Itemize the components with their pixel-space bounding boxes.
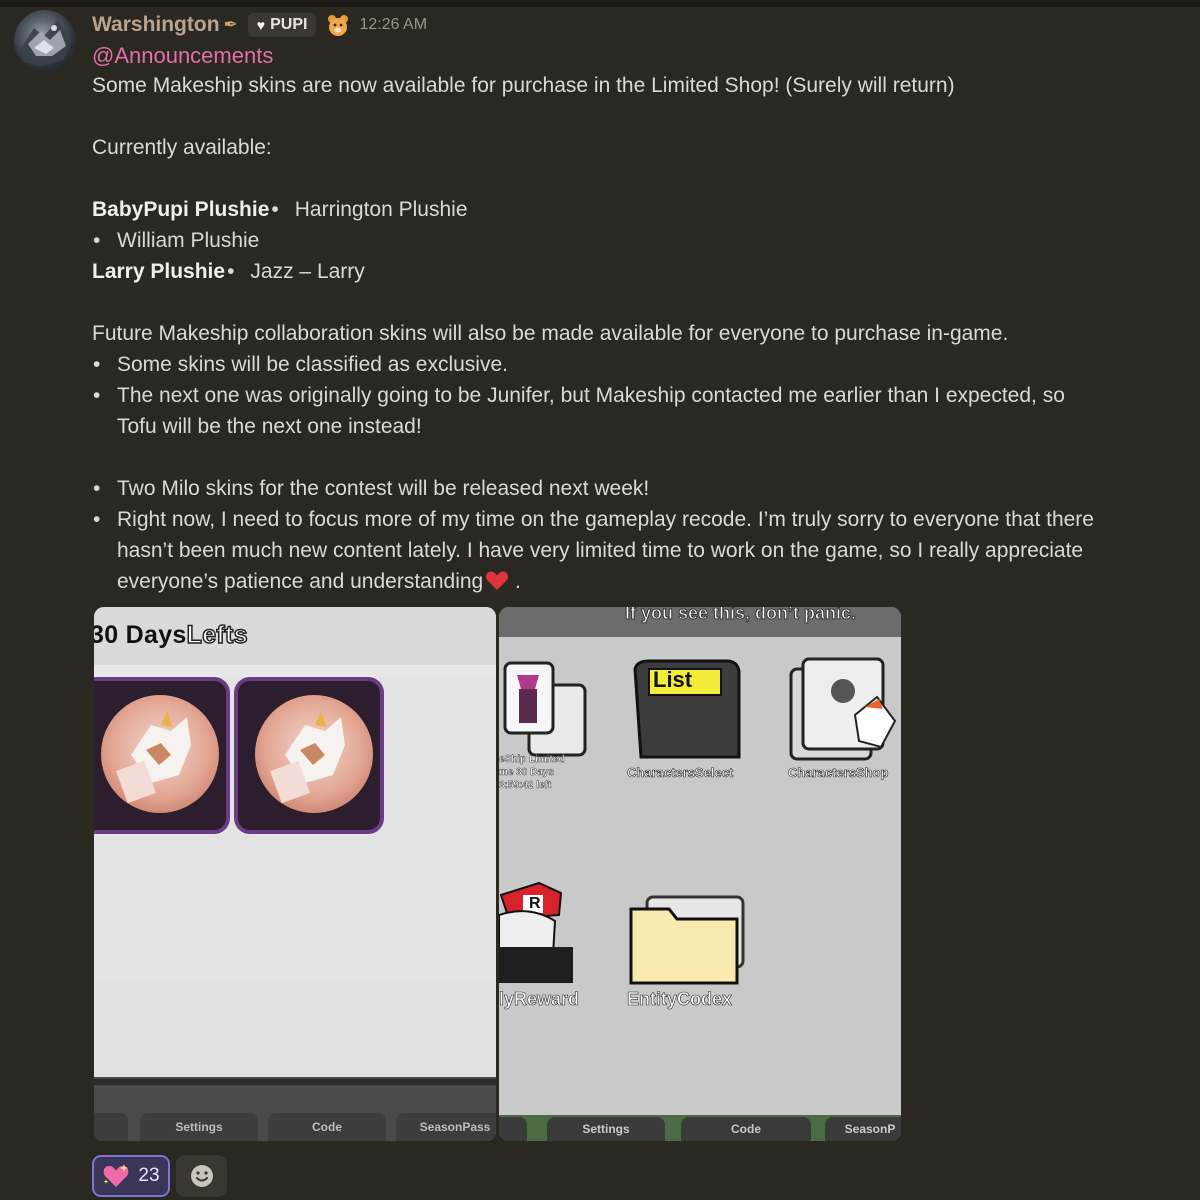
quill-icon: ✒ — [223, 15, 238, 34]
item-name: Harrington Plushie — [294, 198, 468, 221]
bullet-dot: • — [93, 477, 101, 500]
reaction-sparkling-heart[interactable]: 23 — [92, 1155, 170, 1197]
limited-line: me 30 Days — [499, 767, 555, 778]
bullet-text-continued: Tofu will be the next one instead! — [117, 415, 422, 438]
message-line: Some Makeship skins are now available fo… — [92, 74, 955, 97]
bullet-dot: • — [271, 198, 279, 221]
limited-line: 3:59:42 left — [499, 780, 552, 791]
characters-shop-icon — [789, 657, 897, 761]
attachment-image-2[interactable]: If you see this, don’t panic. eShip Limi… — [499, 607, 901, 1141]
daily-reward-icon — [499, 881, 573, 983]
add-reaction-button[interactable] — [176, 1155, 227, 1197]
divider — [94, 1079, 496, 1085]
game-tab-seasonpass: SeasonP — [825, 1117, 901, 1141]
game-tab-settings: Settings — [140, 1113, 258, 1141]
item-row: BabyPupi Plushie• Harrington Plushie — [92, 194, 468, 225]
role-tag-label: PUPI — [270, 16, 308, 33]
game-tab-code: Code — [681, 1117, 811, 1141]
item-name: William Plushie — [117, 229, 260, 252]
white-heart-icon: ♥ — [256, 17, 266, 33]
plushie-portrait — [255, 695, 373, 813]
bullet-dot: • — [227, 260, 235, 283]
bullet-dot: • — [93, 353, 101, 376]
game-tab — [499, 1117, 527, 1141]
item-row: Larry Plushie• Jazz – Larry — [92, 256, 365, 287]
bullet-text-continued: everyone’s patience and understanding . — [117, 566, 521, 597]
avatar-art — [20, 20, 70, 66]
limited-shop-icon — [503, 661, 587, 757]
plushie-portrait — [101, 695, 219, 813]
bullet-text: Some skins will be classified as exclusi… — [117, 353, 508, 376]
avatar[interactable] — [14, 10, 76, 72]
trailing-period: . — [509, 570, 521, 593]
entity-codex-folder-icon — [629, 895, 745, 985]
top-edge-bar — [0, 0, 1200, 7]
bullet-dot: • — [93, 508, 101, 531]
entity-codex-label: EntityCodex — [627, 989, 733, 1010]
limited-line: eShip Limited — [499, 754, 565, 765]
bullet-text-end: everyone’s patience and understanding — [117, 570, 484, 593]
game-tab-code: Code — [268, 1113, 386, 1141]
game-tab-seasonpass: SeasonPass — [396, 1113, 496, 1141]
caption-text: If you see this, don’t panic. — [624, 607, 857, 624]
game-tab-settings: Settings — [547, 1117, 665, 1141]
bullet-text: Two Milo skins for the contest will be r… — [117, 477, 650, 500]
timestamp[interactable]: 12:26 AM — [359, 16, 427, 34]
limited-shop-label: eShip Limited me 30 Days 3:59:42 left — [499, 753, 565, 792]
username[interactable]: Warshington — [92, 13, 220, 37]
bullet-dot: • — [93, 384, 101, 407]
bullet-text: The next one was originally going to be … — [117, 384, 1065, 407]
daily-reward-label: lyReward — [499, 989, 580, 1010]
sparkling-heart-icon — [103, 1164, 129, 1187]
days-left-suffix: Lefts — [186, 620, 248, 650]
bear-badge-icon[interactable] — [326, 13, 350, 37]
days-left-title: 30 DaysLefts — [94, 620, 248, 650]
message-line: Currently available: — [92, 136, 272, 159]
item-name-bold: BabyPupi Plushie — [92, 198, 270, 221]
message-header: Warshington ✒ ♥ PUPI 12:26 AM — [92, 10, 427, 40]
skin-icon-card — [234, 677, 384, 834]
item-name-bold: Larry Plushie — [92, 260, 226, 283]
reaction-count: 23 — [138, 1165, 160, 1186]
item-name: Jazz – Larry — [250, 260, 365, 283]
game-tab — [94, 1113, 128, 1141]
list-label: List — [653, 667, 693, 692]
characters-shop-label: CharactersShop — [788, 765, 889, 781]
red-heart-icon — [486, 571, 509, 590]
announcements-mention[interactable]: @Announcements — [92, 43, 273, 69]
days-left-number: 30 Days — [94, 621, 187, 649]
attachment-image-1[interactable]: 30 DaysLefts Settings Code SeasonPass — [94, 607, 496, 1141]
game-tabs: Settings Code SeasonPass — [94, 1111, 496, 1141]
message-line: Future Makeship collaboration skins will… — [92, 322, 1009, 345]
skin-icon-card — [94, 677, 230, 834]
role-tag[interactable]: ♥ PUPI — [247, 13, 317, 37]
bullet-dot: • — [93, 229, 101, 252]
r-letter: R — [529, 895, 541, 912]
bullet-text-continued: hasn’t been much new content lately. I h… — [117, 539, 1084, 562]
smiley-icon — [190, 1165, 213, 1187]
bullet-text: Right now, I need to focus more of my ti… — [117, 508, 1094, 531]
characters-select-label: CharactersSelect — [627, 765, 734, 781]
